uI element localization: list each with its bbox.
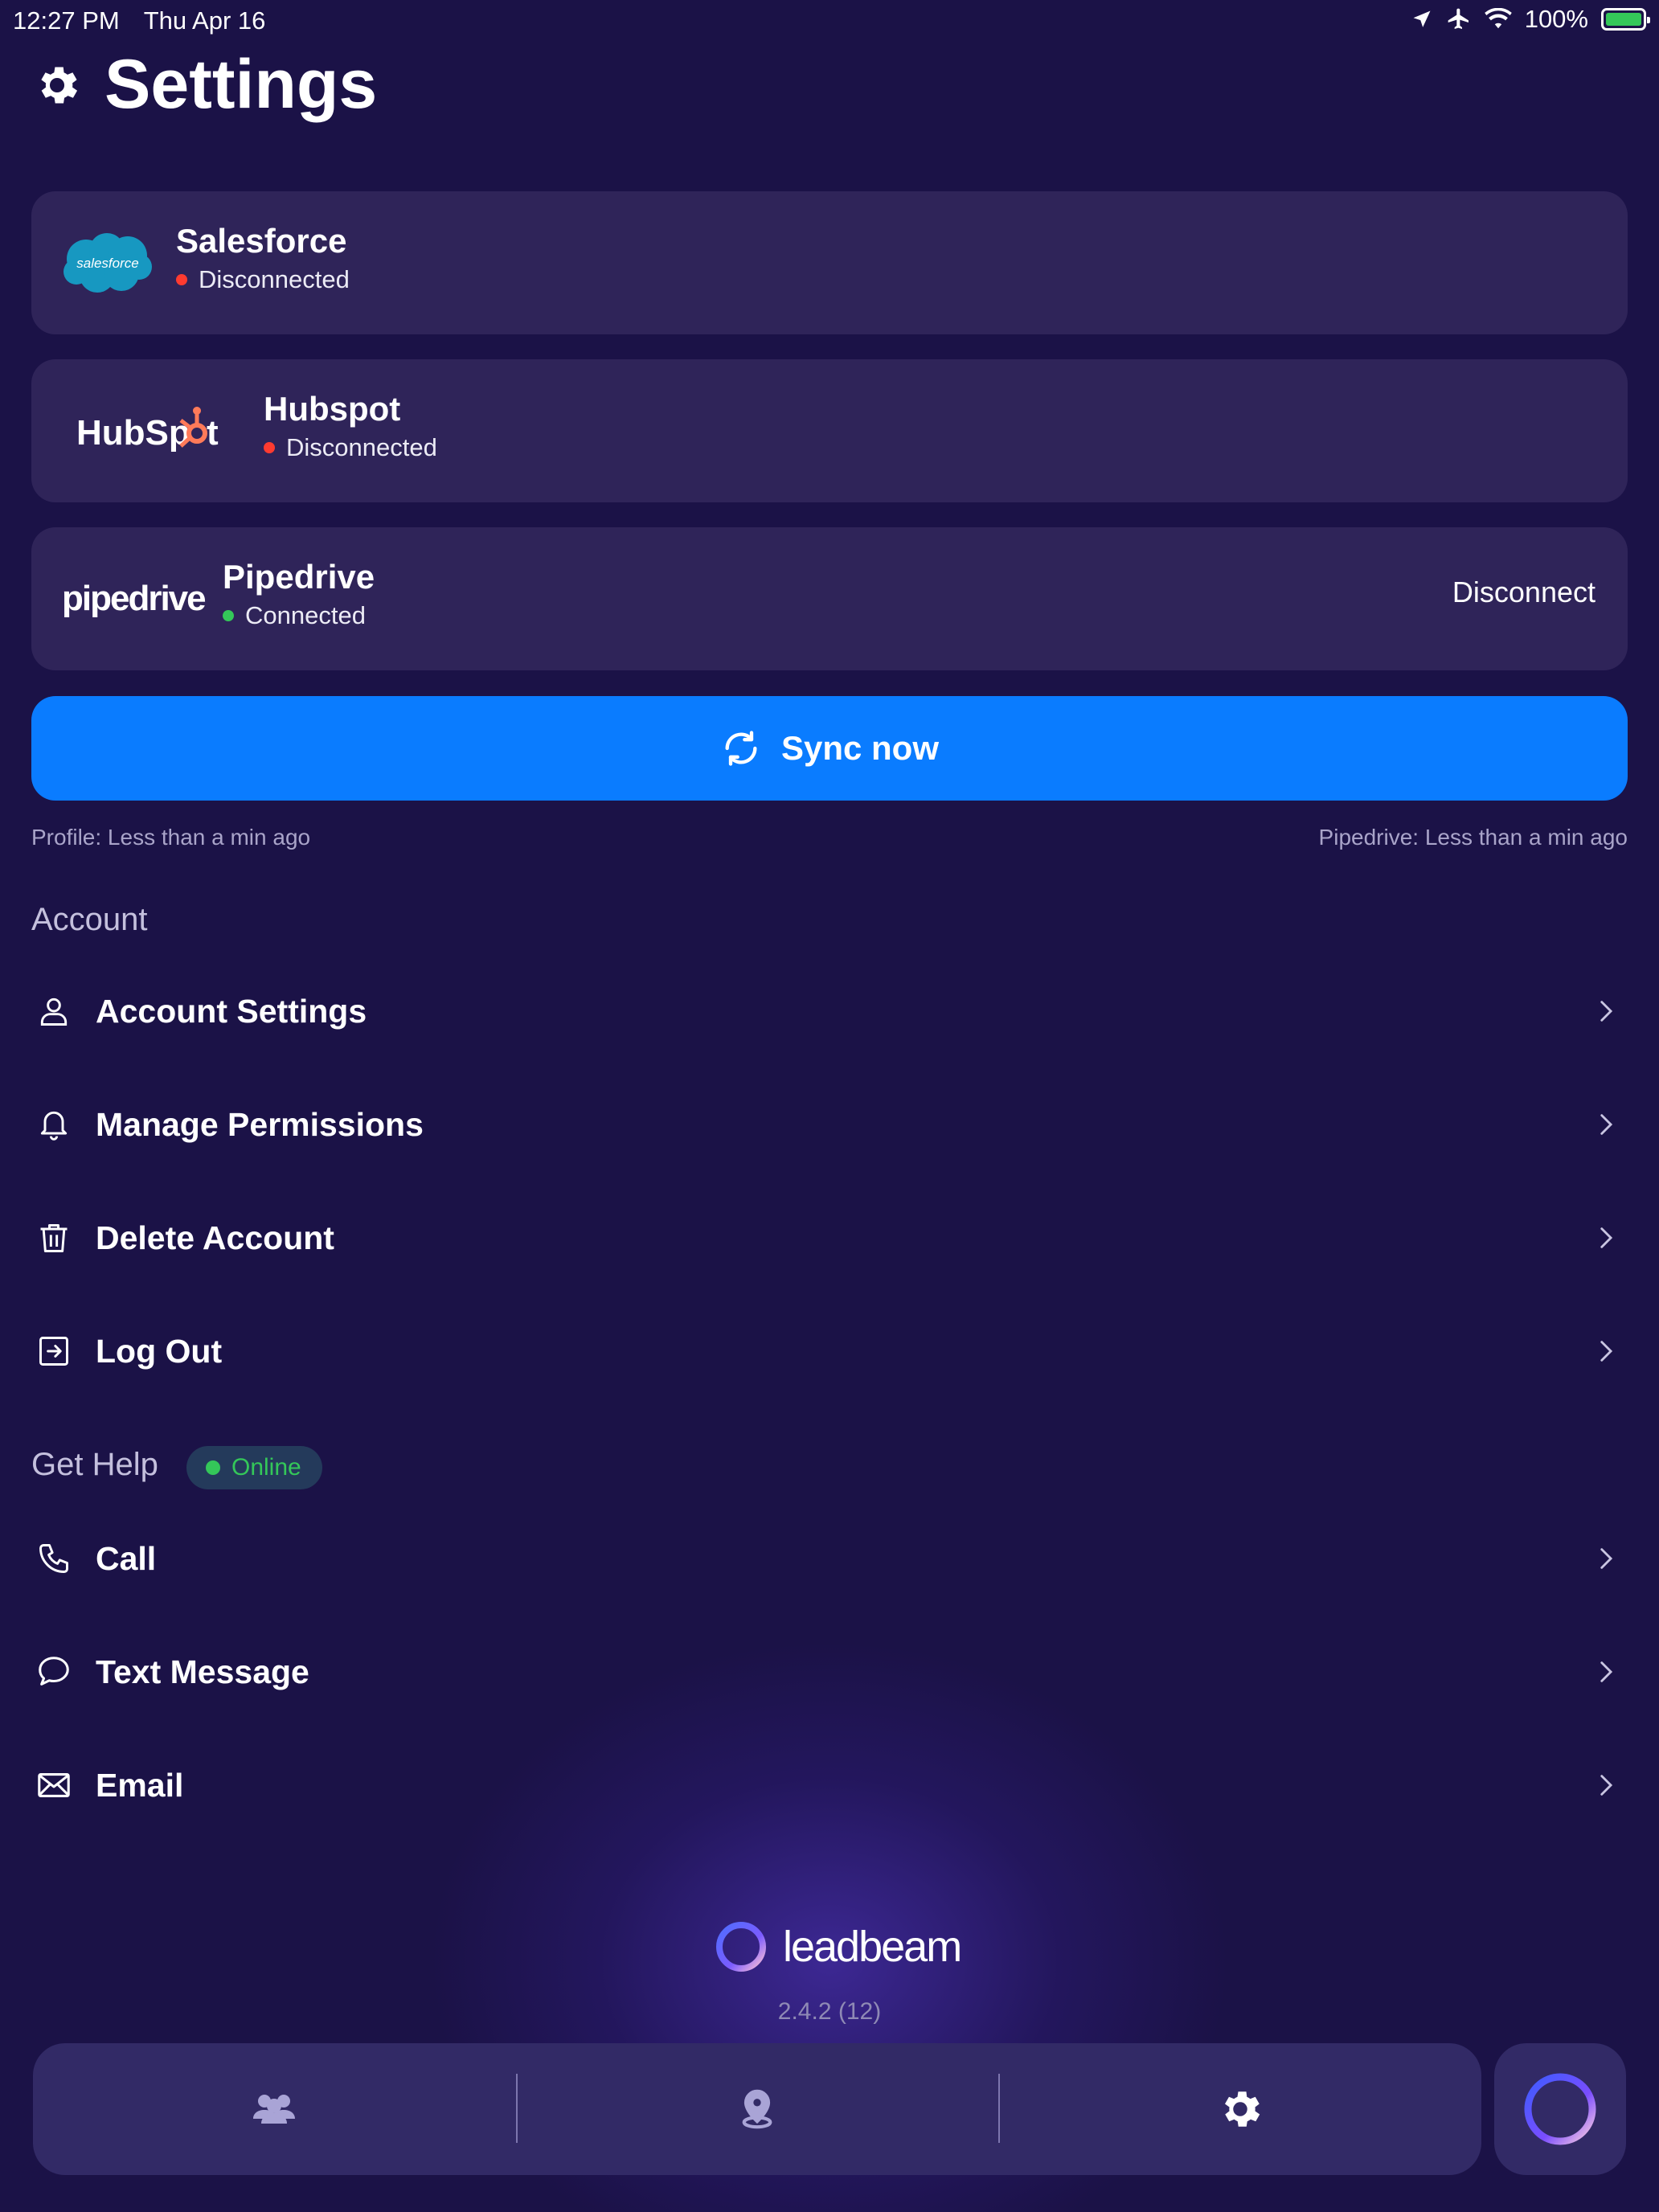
person-icon: [31, 989, 76, 1034]
menu-item-delete-account[interactable]: Delete Account: [31, 1194, 1628, 1282]
salesforce-logo: salesforce: [62, 191, 154, 334]
profile-sync-status: Profile: Less than a min ago: [31, 825, 311, 850]
pipedrive-logo: pipedrive: [62, 579, 207, 618]
page-title-text: Settings: [104, 46, 378, 123]
leadbeam-logo-icon: [716, 1922, 766, 1972]
integration-name: Hubspot: [264, 390, 401, 428]
leadbeam-ring-icon: [1524, 2073, 1596, 2145]
integration-status: Connected: [223, 598, 375, 633]
account-section-title: Account: [31, 902, 148, 937]
menu-item-text-message[interactable]: Text Message: [31, 1628, 1628, 1716]
sync-now-button[interactable]: Sync now: [31, 696, 1628, 801]
menu-item-call[interactable]: Call: [31, 1514, 1628, 1603]
sync-now-label: Sync now: [780, 729, 940, 767]
logout-icon: [31, 1329, 76, 1374]
integration-status-text: Disconnected: [286, 433, 437, 461]
tab-settings[interactable]: [998, 2043, 1481, 2175]
assistant-button[interactable]: [1494, 2043, 1626, 2175]
online-status-badge: Online: [186, 1446, 322, 1489]
integration-status: Disconnected: [176, 262, 350, 297]
disconnect-button[interactable]: Disconnect: [1452, 576, 1596, 609]
gear-icon: [1224, 2091, 1260, 2127]
trash-icon: [31, 1215, 76, 1260]
integration-card-pipedrive[interactable]: pipedrive Pipedrive Connected Disconnect: [31, 527, 1628, 670]
page-title: Settings: [32, 45, 377, 125]
menu-item-label: Call: [96, 1539, 157, 1577]
sync-icon: [725, 731, 757, 766]
menu-item-log-out[interactable]: Log Out: [31, 1307, 1628, 1395]
app-version: 2.4.2 (12): [777, 1998, 882, 2025]
status-dot: [206, 1460, 220, 1475]
chevron-right-icon: [1583, 989, 1628, 1034]
pipedrive-sync-status: Pipedrive: Less than a min ago: [1318, 825, 1628, 850]
hubspot-logo: HubSp t: [76, 359, 224, 502]
menu-item-label: Account Settings: [96, 992, 367, 1030]
integration-status-text: Disconnected: [199, 265, 350, 293]
chevron-right-icon: [1583, 1215, 1628, 1260]
tab-contacts[interactable]: [33, 2043, 516, 2175]
status-dot: [264, 442, 275, 453]
gear-icon: [41, 67, 78, 103]
menu-item-label: Log Out: [96, 1332, 223, 1370]
tab-map[interactable]: [515, 2043, 999, 2175]
menu-item-manage-permissions[interactable]: Manage Permissions: [31, 1080, 1628, 1169]
status-bar: 12:27 PM Thu Apr 16 100%: [0, 0, 1659, 42]
integration-status: Disconnected: [264, 430, 437, 465]
integration-name: Salesforce: [176, 222, 347, 260]
integration-status-text: Connected: [245, 601, 366, 629]
svg-text:t: t: [207, 413, 219, 453]
chevron-right-icon: [1583, 1329, 1628, 1374]
integration-card-salesforce[interactable]: salesforce Salesforce Disconnected: [31, 191, 1628, 334]
svg-text:salesforce: salesforce: [76, 256, 138, 271]
battery-percent: 100%: [1524, 5, 1588, 33]
chat-bubble-icon: [31, 1649, 76, 1694]
chevron-right-icon: [1583, 1102, 1628, 1147]
chevron-right-icon: [1583, 1649, 1628, 1694]
integration-card-hubspot[interactable]: HubSp t Hubspot Disconnected: [31, 359, 1628, 502]
brand-footer: leadbeam: [712, 1918, 962, 1976]
brand-name: leadbeam: [783, 1923, 962, 1971]
wifi-icon: [1484, 8, 1512, 29]
svg-text:HubSp: HubSp: [76, 413, 190, 453]
status-indicators: 100%: [1411, 5, 1650, 34]
status-time: 12:27 PM: [13, 6, 120, 35]
status-dot: [223, 610, 234, 621]
online-badge-text: Online: [231, 1454, 301, 1481]
phone-icon: [31, 1536, 76, 1581]
menu-item-label: Manage Permissions: [96, 1105, 424, 1143]
integration-name: Pipedrive: [223, 558, 375, 596]
chevron-right-icon: [1583, 1536, 1628, 1581]
menu-item-email[interactable]: Email: [31, 1741, 1628, 1829]
envelope-icon: [31, 1763, 76, 1808]
tab-bar: [33, 2043, 1481, 2175]
bell-icon: [31, 1102, 76, 1147]
status-date: Thu Apr 16: [143, 6, 266, 35]
airplane-icon: [1448, 8, 1469, 29]
menu-item-label: Email: [96, 1766, 184, 1804]
menu-item-account-settings[interactable]: Account Settings: [31, 967, 1628, 1055]
people-icon: [253, 2095, 296, 2124]
map-pin-icon: [742, 2089, 772, 2129]
battery-icon: [1601, 8, 1650, 31]
location-arrow-icon: [1413, 10, 1431, 27]
status-dot: [176, 274, 187, 285]
menu-item-label: Delete Account: [96, 1219, 334, 1256]
help-section-title: Get Help: [31, 1447, 158, 1482]
menu-item-label: Text Message: [96, 1653, 309, 1690]
chevron-right-icon: [1583, 1763, 1628, 1808]
